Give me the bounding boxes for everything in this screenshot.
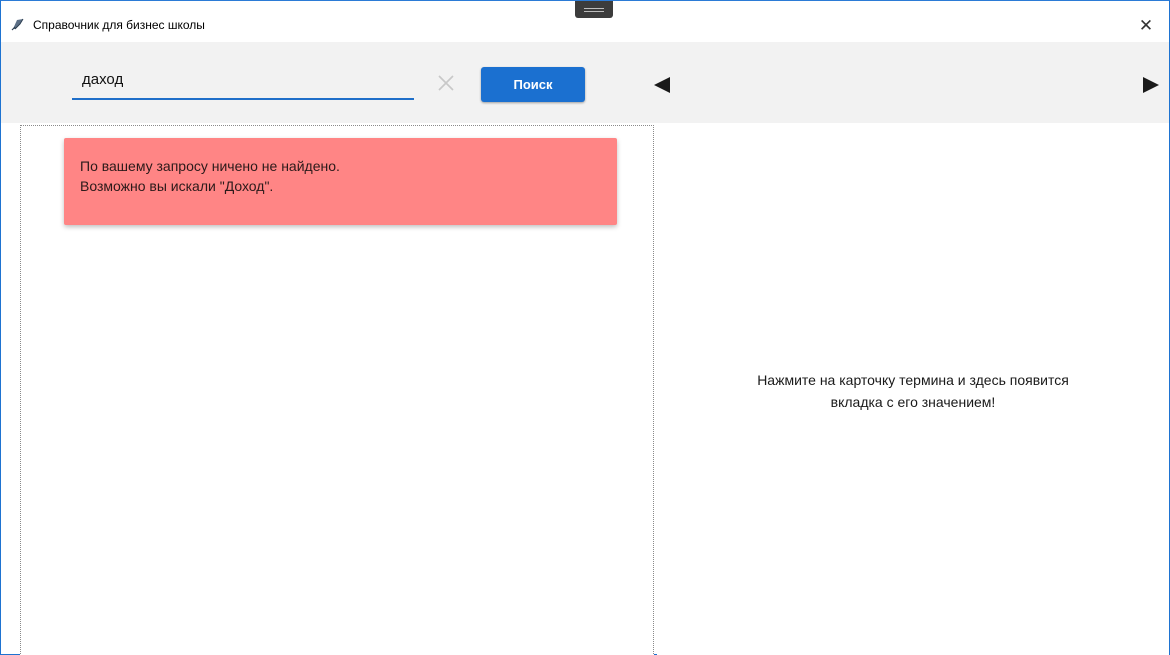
suggestion-message: Возможно вы искали "Доход".: [80, 178, 274, 194]
results-panel: По вашему запросу ничено не найдено. Воз…: [20, 125, 654, 655]
app-window: Справочник для бизнес школы ✕ Поиск По в…: [0, 0, 1170, 655]
no-results-alert: По вашему запросу ничено не найдено. Воз…: [64, 138, 617, 225]
title-bar: Справочник для бизнес школы ✕: [1, 1, 1169, 42]
detail-hint-line2: вкладка с его значением!: [830, 394, 996, 410]
window-title: Справочник для бизнес школы: [33, 18, 205, 32]
detail-hint-line1: Нажмите на карточку термина и здесь появ…: [757, 372, 1069, 388]
triangle-right-icon[interactable]: [1141, 75, 1161, 95]
search-toolbar: Поиск: [1, 42, 1169, 123]
no-results-message: По вашему запросу ничено не найдено.: [80, 158, 340, 174]
app-logo-icon: [11, 18, 24, 31]
close-window-button[interactable]: ✕: [1123, 11, 1169, 41]
detail-panel: Нажмите на карточку термина и здесь появ…: [657, 125, 1169, 655]
snap-grip-handle[interactable]: [575, 1, 613, 18]
triangle-left-icon[interactable]: [652, 75, 672, 95]
search-button[interactable]: Поиск: [481, 67, 585, 102]
clear-search-icon[interactable]: [435, 72, 457, 94]
search-input[interactable]: [72, 60, 414, 100]
detail-hint: Нажмите на карточку термина и здесь появ…: [657, 369, 1169, 413]
search-field: [72, 60, 414, 102]
